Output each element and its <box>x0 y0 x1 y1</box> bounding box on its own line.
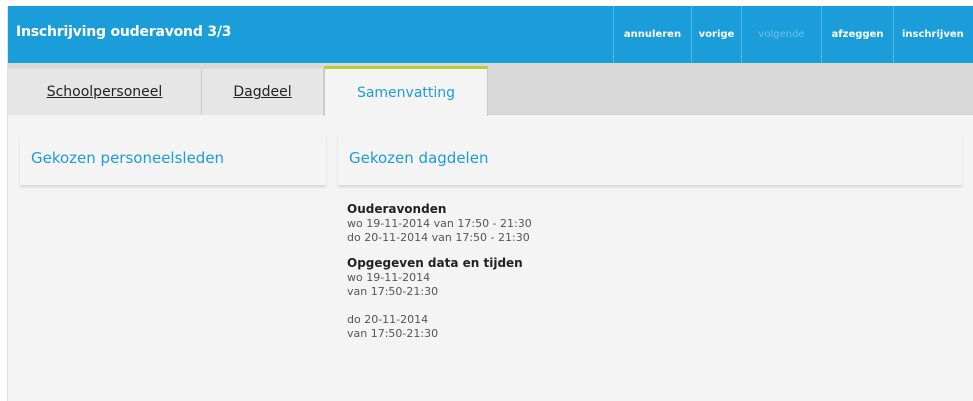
previous-button[interactable]: vorige <box>691 6 741 63</box>
next-button[interactable]: volgende <box>741 6 821 63</box>
given-time: van 17:50-21:30 <box>347 327 439 340</box>
tab-samenvatting[interactable]: Samenvatting <box>324 66 488 116</box>
evening-line: wo 19-11-2014 van 17:50 - 21:30 <box>347 217 532 230</box>
evenings-title: Ouderavonden <box>347 202 447 216</box>
app-frame: Inschrijving ouderavond 3/3 annuleren vo… <box>7 6 973 401</box>
given-title: Opgegeven data en tijden <box>347 256 523 270</box>
evening-line: do 20-11-2014 van 17:50 - 21:30 <box>347 231 530 244</box>
header-bar: Inschrijving ouderavond 3/3 annuleren vo… <box>8 6 973 63</box>
summary-content: Ouderavonden wo 19-11-2014 van 17:50 - 2… <box>347 202 947 341</box>
given-date: do 20-11-2014 <box>347 313 429 326</box>
tab-schoolpersoneel[interactable]: Schoolpersoneel <box>8 69 202 115</box>
given-date: wo 19-11-2014 <box>347 271 431 284</box>
unsubscribe-button[interactable]: afzeggen <box>821 6 893 63</box>
tab-dagdeel[interactable]: Dagdeel <box>202 69 324 115</box>
cancel-button[interactable]: annuleren <box>613 6 691 63</box>
dayparts-panel-header: Gekozen dagdelen <box>338 134 962 185</box>
staff-panel-header: Gekozen personeelsleden <box>20 134 326 185</box>
staff-panel-title: Gekozen personeelsleden <box>31 149 225 167</box>
page-title: Inschrijving ouderavond 3/3 <box>16 24 232 40</box>
header-actions: annuleren vorige volgende afzeggen insch… <box>613 6 973 63</box>
tab-bar: Schoolpersoneel Dagdeel Samenvatting <box>8 63 973 116</box>
given-time: van 17:50-21:30 <box>347 285 439 298</box>
dayparts-panel-title: Gekozen dagdelen <box>349 149 489 167</box>
register-button[interactable]: inschrijven <box>893 6 973 63</box>
